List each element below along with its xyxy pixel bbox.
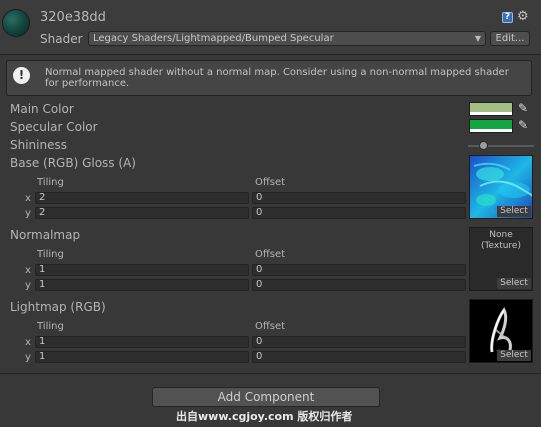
lightmap-tiling-y-field[interactable]: 1 [35, 351, 249, 363]
chevron-down-icon: ▼ [474, 34, 481, 43]
tiling-header: Tiling [37, 321, 64, 332]
eyedropper-icon[interactable]: ✎ [518, 118, 528, 132]
lightmap-tiling-x-field[interactable]: 1 [35, 336, 249, 348]
base-texture-slot[interactable]: Select [469, 155, 533, 219]
base-tiling-x-field[interactable]: 2 [35, 192, 249, 204]
material-name: 320e38dd [40, 10, 106, 25]
warning-text: Normal mapped shader without a normal ma… [45, 67, 509, 89]
offset-header: Offset [255, 177, 286, 188]
base-texture-label: Base (RGB) Gloss (A) [10, 156, 136, 170]
axis-y-label: y [25, 280, 31, 291]
tiling-header: Tiling [37, 177, 64, 188]
normalmap-label: Normalmap [10, 228, 81, 242]
lightmap-label: Lightmap (RGB) [10, 300, 106, 314]
edit-shader-button[interactable]: Edit... [490, 31, 530, 46]
shininess-slider-track[interactable] [468, 145, 534, 147]
footer-divider [0, 373, 541, 374]
normalmap-offset-y-field[interactable]: 0 [252, 279, 466, 291]
lightmap-offset-y-field[interactable]: 0 [252, 351, 466, 363]
header-divider [0, 54, 541, 55]
add-component-button[interactable]: Add Component [152, 387, 380, 407]
lightmap-offset-x-field[interactable]: 0 [252, 336, 466, 348]
none-texture-text: None (Texture) [481, 230, 521, 251]
gear-icon[interactable]: ⚙ [517, 10, 529, 24]
main-color-swatch[interactable] [469, 102, 513, 116]
shader-value: Legacy Shaders/Lightmapped/Bumped Specul… [93, 33, 334, 44]
normalmap-offset-x-field[interactable]: 0 [252, 264, 466, 276]
base-tiling-y-field[interactable]: 2 [35, 207, 249, 219]
shininess-label: Shininess [10, 138, 67, 152]
lightmap-select-button[interactable]: Select [497, 350, 531, 361]
main-color-label: Main Color [10, 102, 74, 116]
shininess-slider-thumb[interactable] [479, 141, 489, 150]
shader-label: Shader [40, 32, 83, 46]
tiling-header: Tiling [37, 249, 64, 260]
normalmap-select-button[interactable]: Select [497, 278, 531, 289]
offset-header: Offset [255, 249, 286, 260]
axis-y-label: y [25, 352, 31, 363]
normalmap-tiling-y-field[interactable]: 1 [35, 279, 249, 291]
watermark-text: 出自www.cgjoy.com 版权归作者 [176, 410, 353, 423]
base-offset-x-field[interactable]: 0 [252, 192, 466, 204]
specular-color-swatch[interactable] [469, 119, 513, 133]
help-icon[interactable]: ? [502, 12, 513, 23]
axis-x-label: x [25, 337, 31, 348]
offset-header: Offset [255, 321, 286, 332]
material-preview-sphere[interactable] [3, 10, 29, 36]
axis-y-label: y [25, 208, 31, 219]
axis-x-label: x [25, 265, 31, 276]
lightmap-texture-slot[interactable]: Select [469, 299, 533, 363]
normalmap-texture-slot[interactable]: None (Texture) Select [469, 227, 533, 291]
base-select-button[interactable]: Select [497, 206, 531, 217]
axis-x-label: x [25, 193, 31, 204]
base-offset-y-field[interactable]: 0 [252, 207, 466, 219]
normalmap-tiling-x-field[interactable]: 1 [35, 264, 249, 276]
exclamation-icon: ! [13, 67, 30, 84]
eyedropper-icon[interactable]: ✎ [518, 101, 528, 115]
specular-color-label: Specular Color [10, 120, 98, 134]
shader-dropdown[interactable]: Legacy Shaders/Lightmapped/Bumped Specul… [88, 31, 486, 46]
